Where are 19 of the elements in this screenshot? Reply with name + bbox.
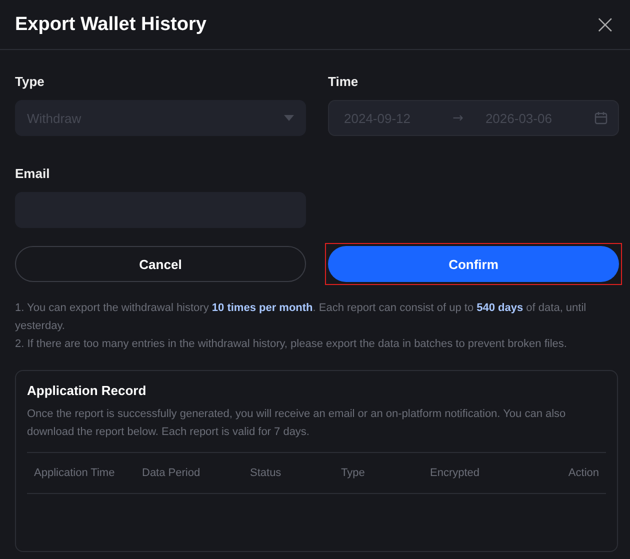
caret-icon [284, 115, 294, 121]
column-header: Application Time [34, 467, 116, 479]
column-header: Data Period [142, 467, 202, 479]
dialog-title: Export Wallet History [15, 14, 206, 36]
field-label: Time [328, 74, 360, 91]
cancel-button[interactable]: Cancel [15, 246, 306, 282]
field-label: Type [15, 74, 46, 91]
column-header: Status [250, 467, 282, 479]
column-header: Type [341, 467, 366, 479]
close-button[interactable]: × [590, 12, 620, 38]
card-description: Once the report is successfully generated, you will receive an email or an on-platform notification. You can also download the report below. Each report is valid for 7 days. [27, 407, 567, 440]
note-text: 2. If there are too many entries in the withdrawal history, please export the data in batches to prevent broken files. [15, 337, 568, 352]
note-text: 1. You can export the withdrawal history 10 times per month. Each report can consist of up to 540 days of data, until yesterday. [15, 301, 588, 334]
column-header: Encrypted [430, 467, 481, 479]
confirm-button[interactable]: Confirm [328, 246, 619, 282]
field-label: Email [15, 166, 51, 183]
column-header: Action [568, 467, 599, 479]
card-title: Application Record [27, 383, 148, 398]
calendar-icon [594, 111, 608, 125]
